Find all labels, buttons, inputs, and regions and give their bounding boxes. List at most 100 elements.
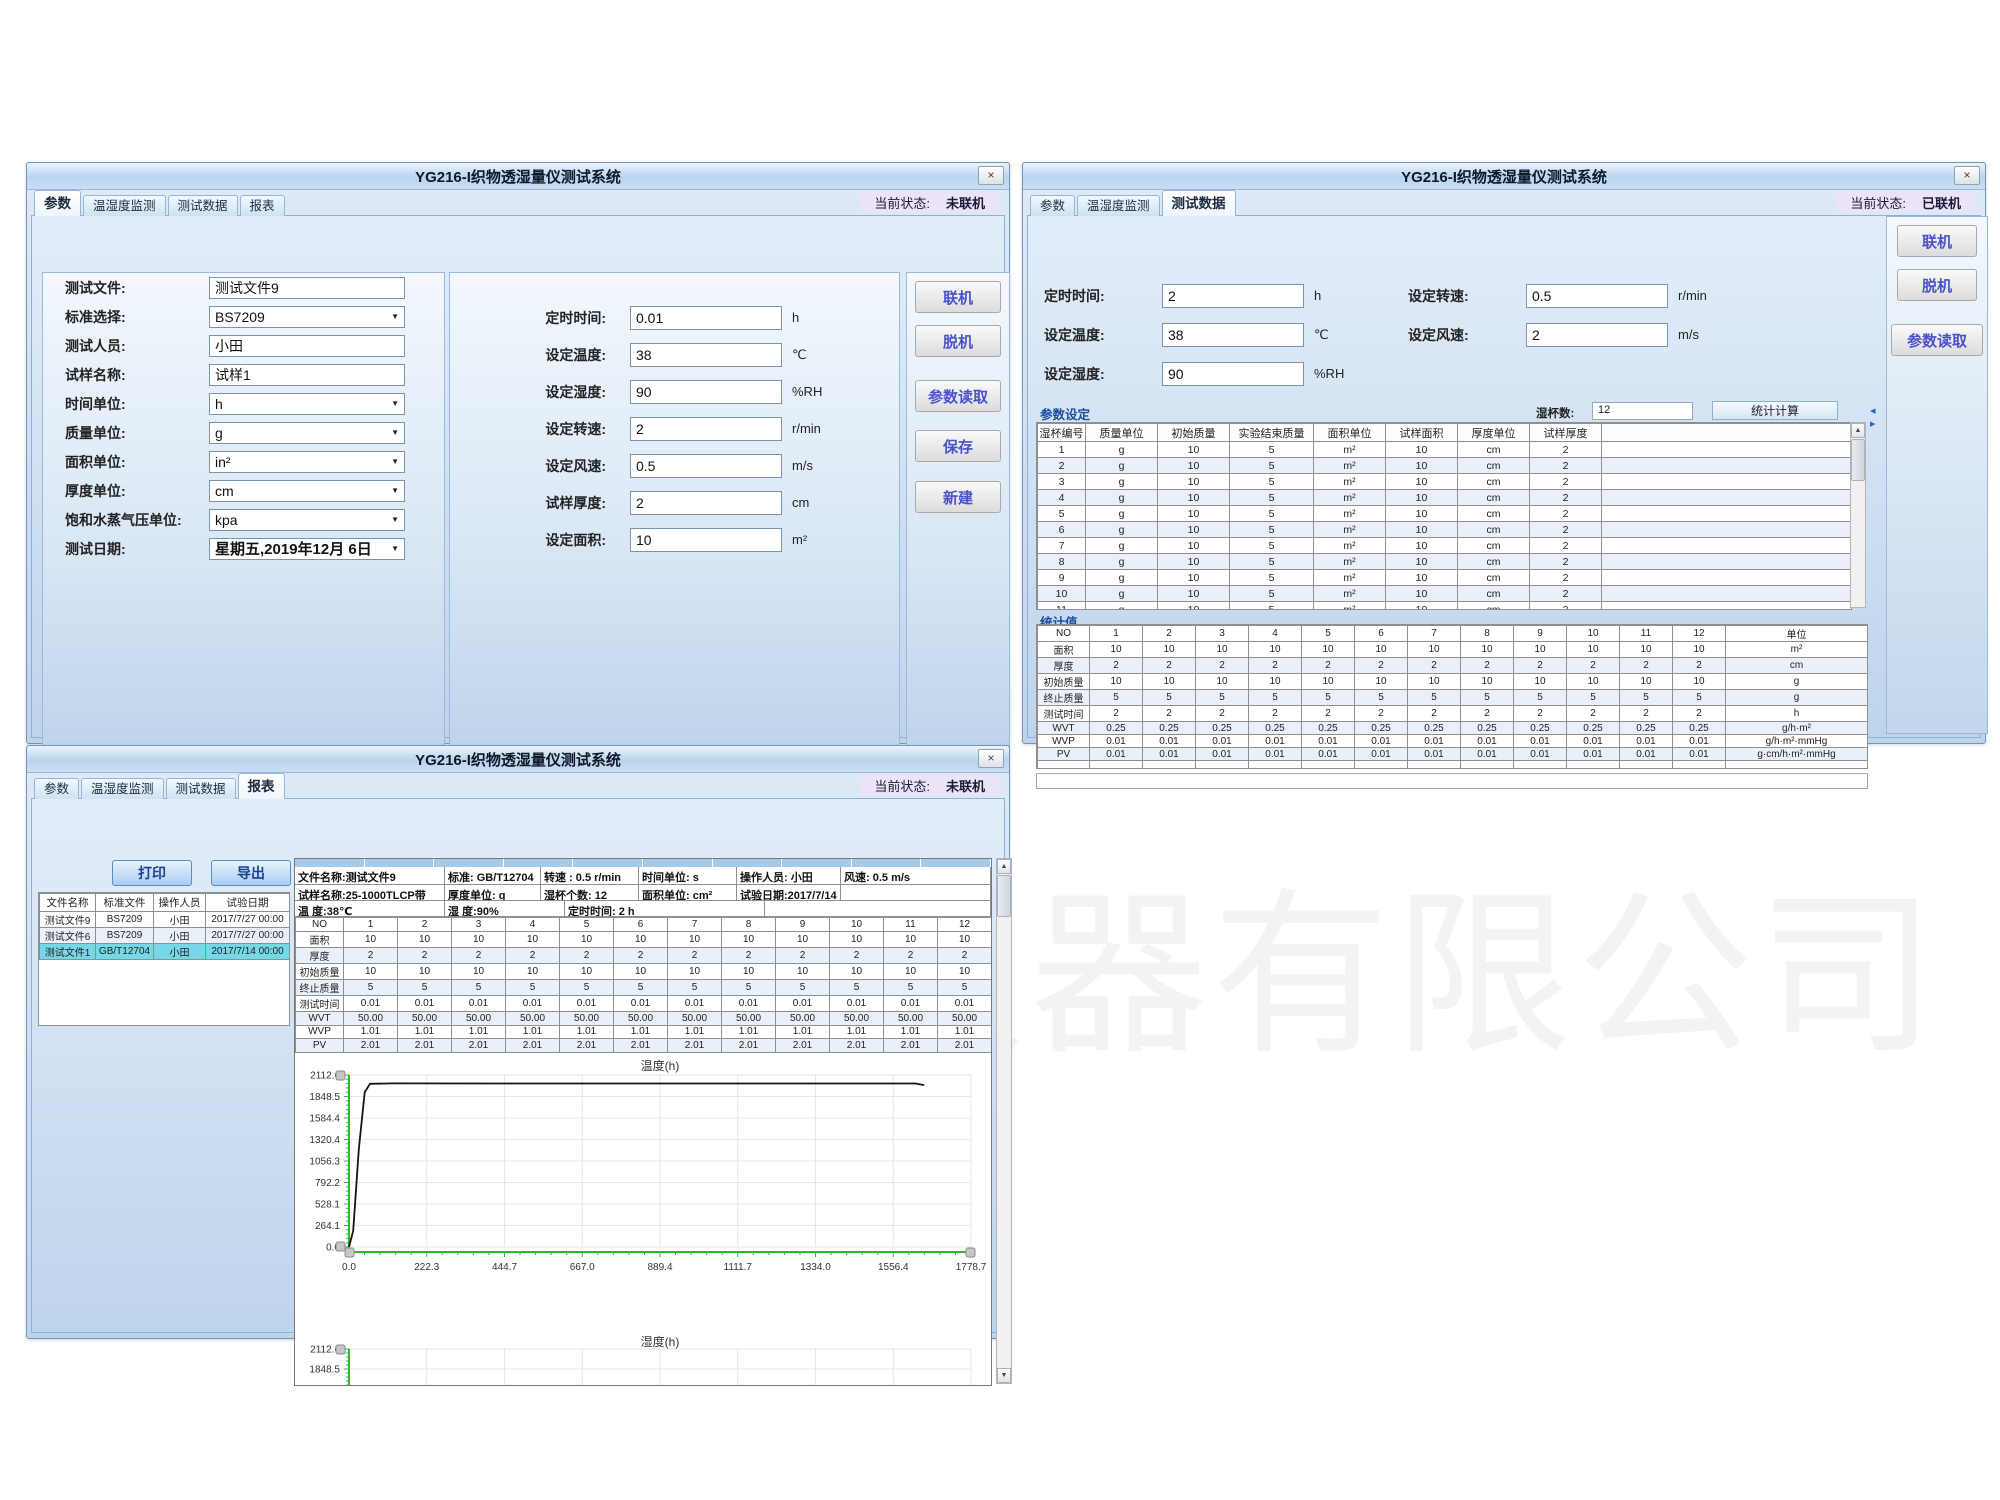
tab-2[interactable]: 测试数据: [1162, 190, 1236, 216]
dropdown-field-8[interactable]: kpa▼: [209, 509, 405, 531]
table-row[interactable]: 测试文件6BS7209小田2017/7/27 00:00: [40, 928, 290, 944]
tab-3[interactable]: 报表: [238, 773, 285, 799]
input-field-1[interactable]: 38: [1162, 323, 1304, 347]
table-cell: 5: [1230, 602, 1314, 611]
action-button-1[interactable]: 脱机: [1897, 269, 1977, 301]
input-field-9[interactable]: 星期五,2019年12月 6日▼: [209, 538, 405, 560]
table-cell: 0.01: [776, 996, 830, 1012]
tab-1[interactable]: 温湿度监测: [83, 195, 166, 216]
input-field-4[interactable]: 0.5: [630, 454, 782, 478]
export-button[interactable]: 导出: [211, 860, 291, 886]
close-icon[interactable]: ×: [978, 749, 1004, 768]
window-report: YG216-I织物透湿量仪测试系统 × 参数温湿度监测测试数据报表 当前状态: …: [26, 745, 1010, 1339]
table-row: WVT0.250.250.250.250.250.250.250.250.250…: [1038, 722, 1868, 735]
dropdown-arrow-icon[interactable]: ▼: [391, 486, 399, 495]
input-field-2[interactable]: 90: [630, 380, 782, 404]
table-cell: m²: [1314, 490, 1386, 506]
dropdown-field-1[interactable]: BS7209▼: [209, 306, 405, 328]
dropdown-arrow-icon[interactable]: ▼: [391, 457, 399, 466]
svg-text:1556.4: 1556.4: [878, 1262, 909, 1273]
scroll-up-icon[interactable]: ▲: [997, 859, 1011, 874]
close-icon[interactable]: ×: [978, 166, 1004, 185]
table-cell: 1: [1038, 442, 1086, 458]
titlebar[interactable]: YG216-I织物透湿量仪测试系统 ×: [27, 163, 1009, 190]
tab-0[interactable]: 参数: [34, 190, 81, 216]
table-cell: 2: [1461, 706, 1514, 722]
table-row: 6g105m²10cm2: [1038, 522, 1852, 538]
input-field-5[interactable]: 2: [630, 491, 782, 515]
scrollbar-vertical[interactable]: ▲ ▼: [996, 858, 1012, 1384]
titlebar[interactable]: YG216-I织物透湿量仪测试系统 ×: [27, 746, 1009, 773]
field-label: 试样厚度:: [466, 493, 606, 513]
dropdown-arrow-icon[interactable]: ▼: [391, 312, 399, 321]
table-cell: 10: [668, 964, 722, 980]
input-field-0[interactable]: 0.01: [630, 306, 782, 330]
action-button-2[interactable]: 参数读取: [915, 380, 1001, 412]
scroll-up-icon[interactable]: ▲: [1851, 423, 1865, 438]
table-cell: 5: [560, 980, 614, 996]
page-nav-arrows[interactable]: ◂ ▸: [1870, 404, 1882, 430]
table-cell: 1.01: [938, 1025, 992, 1039]
table-cell: 10: [1158, 490, 1230, 506]
close-icon[interactable]: ×: [1954, 166, 1980, 185]
dropdown-field-7[interactable]: cm▼: [209, 480, 405, 502]
table-cell: 初始质量: [296, 964, 344, 980]
table-cell: m²: [1314, 554, 1386, 570]
tab-2[interactable]: 测试数据: [166, 778, 236, 799]
tab-3[interactable]: 报表: [240, 195, 285, 216]
table-cell: g: [1726, 690, 1868, 706]
dropdown-field-5[interactable]: g▼: [209, 422, 405, 444]
table-cell: 测试文件6: [40, 928, 96, 944]
tab-0[interactable]: 参数: [34, 778, 79, 799]
action-button-3[interactable]: 保存: [915, 430, 1001, 462]
input-field-0[interactable]: 2: [1162, 284, 1304, 308]
scrollbar-vertical[interactable]: ▲: [1850, 422, 1866, 608]
next-page-icon[interactable]: ▸: [1870, 418, 1878, 430]
table-row[interactable]: 测试文件9BS7209小田2017/7/27 00:00: [40, 912, 290, 928]
action-button-0[interactable]: 联机: [1897, 225, 1977, 257]
tab-2[interactable]: 测试数据: [168, 195, 238, 216]
dropdown-field-6[interactable]: in²▼: [209, 451, 405, 473]
scrollbar-thumb[interactable]: [997, 875, 1011, 917]
input-field-3[interactable]: 2: [630, 417, 782, 441]
titlebar[interactable]: YG216-I织物透湿量仪测试系统 ×: [1023, 163, 1985, 190]
action-button-0[interactable]: 联机: [915, 281, 1001, 313]
input-field-3[interactable]: 试样1: [209, 364, 405, 386]
stat-calc-button[interactable]: 统计计算: [1712, 401, 1838, 420]
dropdown-arrow-icon[interactable]: ▼: [391, 399, 399, 408]
action-button-1[interactable]: 脱机: [915, 325, 1001, 357]
table-cell: 1.01: [722, 1025, 776, 1039]
input-field-0[interactable]: 0.5: [1526, 284, 1668, 308]
scroll-down-icon[interactable]: ▼: [997, 1368, 1011, 1383]
dropdown-arrow-icon[interactable]: ▼: [391, 515, 399, 524]
action-button-4[interactable]: 新建: [915, 481, 1001, 513]
input-field-6[interactable]: 10: [630, 528, 782, 552]
input-field-2[interactable]: 小田: [209, 335, 405, 357]
input-field-1[interactable]: 2: [1526, 323, 1668, 347]
field-label: 测试文件:: [65, 278, 209, 298]
table-row[interactable]: 测试文件1GB/T12704小田2017/7/14 00:00: [40, 944, 290, 960]
tab-1[interactable]: 温湿度监测: [1077, 195, 1160, 216]
table-cell: 3: [1038, 474, 1086, 490]
dropdown-field-4[interactable]: h▼: [209, 393, 405, 415]
dropdown-arrow-icon[interactable]: ▼: [391, 544, 399, 553]
table-cell: 2: [398, 948, 452, 964]
table-cell: 1.01: [884, 1025, 938, 1039]
scrollbar-thumb[interactable]: [1851, 439, 1865, 481]
table-cell: 2.01: [398, 1039, 452, 1053]
table-cell: 0.01: [614, 996, 668, 1012]
prev-page-icon[interactable]: ◂: [1870, 405, 1878, 417]
table-cell: 0.25: [1090, 722, 1143, 735]
input-field-2[interactable]: 90: [1162, 362, 1304, 386]
tab-0[interactable]: 参数: [1030, 195, 1075, 216]
dropdown-arrow-icon[interactable]: ▼: [391, 428, 399, 437]
input-field-0[interactable]: 测试文件9: [209, 277, 405, 299]
table-cell: 0.25: [1302, 722, 1355, 735]
cup-count-input[interactable]: 12: [1592, 402, 1693, 420]
table-cell: 10: [1090, 674, 1143, 690]
table-cell: 10: [722, 964, 776, 980]
print-button[interactable]: 打印: [112, 860, 192, 886]
tab-1[interactable]: 温湿度监测: [81, 778, 164, 799]
action-button-2[interactable]: 参数读取: [1891, 324, 1983, 356]
input-field-1[interactable]: 38: [630, 343, 782, 367]
